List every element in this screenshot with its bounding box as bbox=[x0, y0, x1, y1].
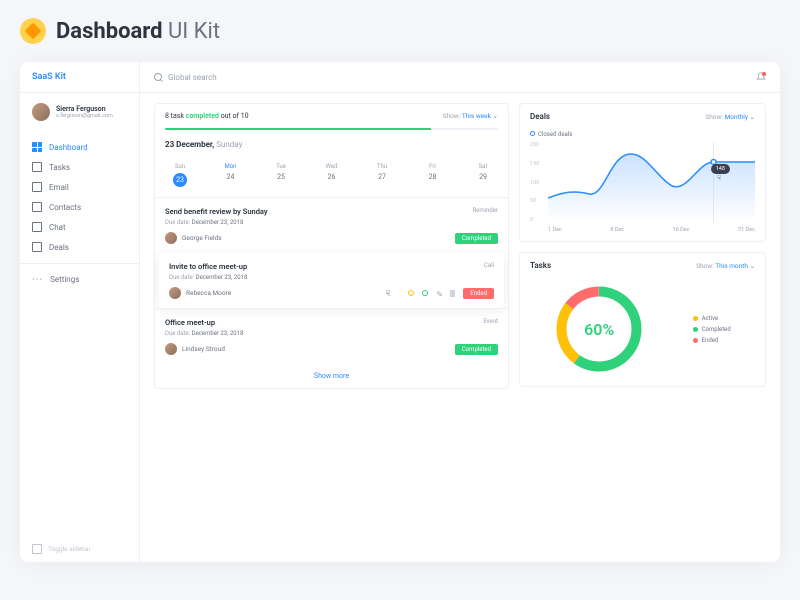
calendar-day[interactable]: Wed26 bbox=[317, 163, 347, 187]
sidebar-item-tasks[interactable]: Tasks bbox=[20, 157, 139, 177]
deals-card-title: Deals bbox=[530, 112, 550, 121]
sidebar-item-chat[interactable]: Chat bbox=[20, 217, 139, 237]
pie-icon bbox=[32, 242, 42, 252]
chart-tooltip: 148 bbox=[711, 164, 730, 174]
check-icon bbox=[32, 162, 42, 172]
sidebar-item-contacts[interactable]: Contacts bbox=[20, 197, 139, 217]
calendar-day[interactable]: Sun23 bbox=[165, 163, 195, 187]
task-row[interactable]: Send benefit review by SundayReminderDue… bbox=[155, 197, 508, 253]
user-icon bbox=[32, 202, 42, 212]
donut-percent: 60% bbox=[554, 284, 644, 374]
status-badge: Ended bbox=[463, 288, 494, 299]
grid-icon bbox=[32, 142, 42, 152]
mail-icon bbox=[32, 182, 42, 192]
task-row[interactable]: Office meet-upEventDue date: December 23… bbox=[155, 308, 508, 364]
donut-legend: Active Completed Ended bbox=[693, 311, 731, 348]
calendar-day[interactable]: Sat29 bbox=[468, 163, 498, 187]
status-badge: Completed bbox=[455, 233, 498, 244]
sidebar-item-email[interactable]: Email bbox=[20, 177, 139, 197]
deals-period-selector[interactable]: Show: Monthly ⌄ bbox=[705, 113, 755, 121]
user-name: Sierra Ferguson bbox=[56, 105, 113, 113]
tasks-card-title: Tasks bbox=[530, 261, 551, 270]
sidebar-item-dashboard[interactable]: Dashboard bbox=[20, 137, 139, 157]
user-block[interactable]: Sierra Ferguson s.ferguson@gmail.com bbox=[20, 93, 139, 131]
sidebar: SaaS Kit Sierra Ferguson s.ferguson@gmai… bbox=[20, 62, 140, 562]
sidebar-item-deals[interactable]: Deals bbox=[20, 237, 139, 257]
avatar bbox=[165, 343, 177, 355]
avatar bbox=[165, 232, 177, 244]
tasks-donut-chart: 60% Active Completed Ended bbox=[520, 278, 765, 386]
trash-icon[interactable] bbox=[450, 290, 455, 297]
calendar-day[interactable]: Mon24 bbox=[216, 163, 246, 187]
sidebar-item-settings[interactable]: •••Settings bbox=[20, 270, 139, 289]
cursor-icon: ☟ bbox=[717, 174, 721, 182]
search-placeholder: Global search bbox=[168, 73, 217, 82]
toggle-sidebar-button[interactable]: Toggle sidebar bbox=[20, 536, 139, 562]
legend-dot-icon bbox=[530, 131, 535, 136]
date-label: 23 December, Sunday bbox=[155, 130, 508, 159]
brand: SaaS Kit bbox=[20, 62, 139, 93]
logo-icon bbox=[20, 18, 46, 44]
page-title: Dashboard UI Kit bbox=[56, 19, 220, 44]
chevron-down-icon: ⌄ bbox=[493, 112, 498, 120]
collapse-icon bbox=[32, 544, 42, 554]
avatar bbox=[32, 103, 50, 121]
search-input[interactable]: Global search bbox=[154, 73, 217, 82]
search-icon bbox=[154, 73, 162, 81]
edit-icon[interactable]: ✎ bbox=[436, 290, 442, 296]
task-row[interactable]: Invite to office meet-upCallDue date: De… bbox=[159, 253, 504, 308]
avatar bbox=[169, 287, 181, 299]
show-more-button[interactable]: Show more bbox=[155, 364, 508, 388]
notification-bell-icon[interactable] bbox=[756, 72, 766, 82]
status-dot-icon[interactable] bbox=[422, 290, 428, 296]
task-stats: 8 task completed out of 10 bbox=[165, 112, 249, 120]
deals-line-chart: 200150100500 148 ☟ 1 Dec8 Dec16 Dec31 De… bbox=[520, 138, 765, 241]
period-selector[interactable]: Show: This week ⌄ bbox=[443, 112, 498, 120]
status-badge: Completed bbox=[455, 344, 498, 355]
chat-icon bbox=[32, 222, 42, 232]
calendar-day[interactable]: Fri28 bbox=[418, 163, 448, 187]
status-dot-icon[interactable] bbox=[408, 290, 414, 296]
calendar-day[interactable]: Thu27 bbox=[367, 163, 397, 187]
calendar-day[interactable]: Tue25 bbox=[266, 163, 296, 187]
deals-legend: Closed deals bbox=[538, 131, 572, 138]
tasks-period-selector[interactable]: Show: This month ⌄ bbox=[696, 262, 755, 270]
user-email: s.ferguson@gmail.com bbox=[56, 113, 113, 119]
